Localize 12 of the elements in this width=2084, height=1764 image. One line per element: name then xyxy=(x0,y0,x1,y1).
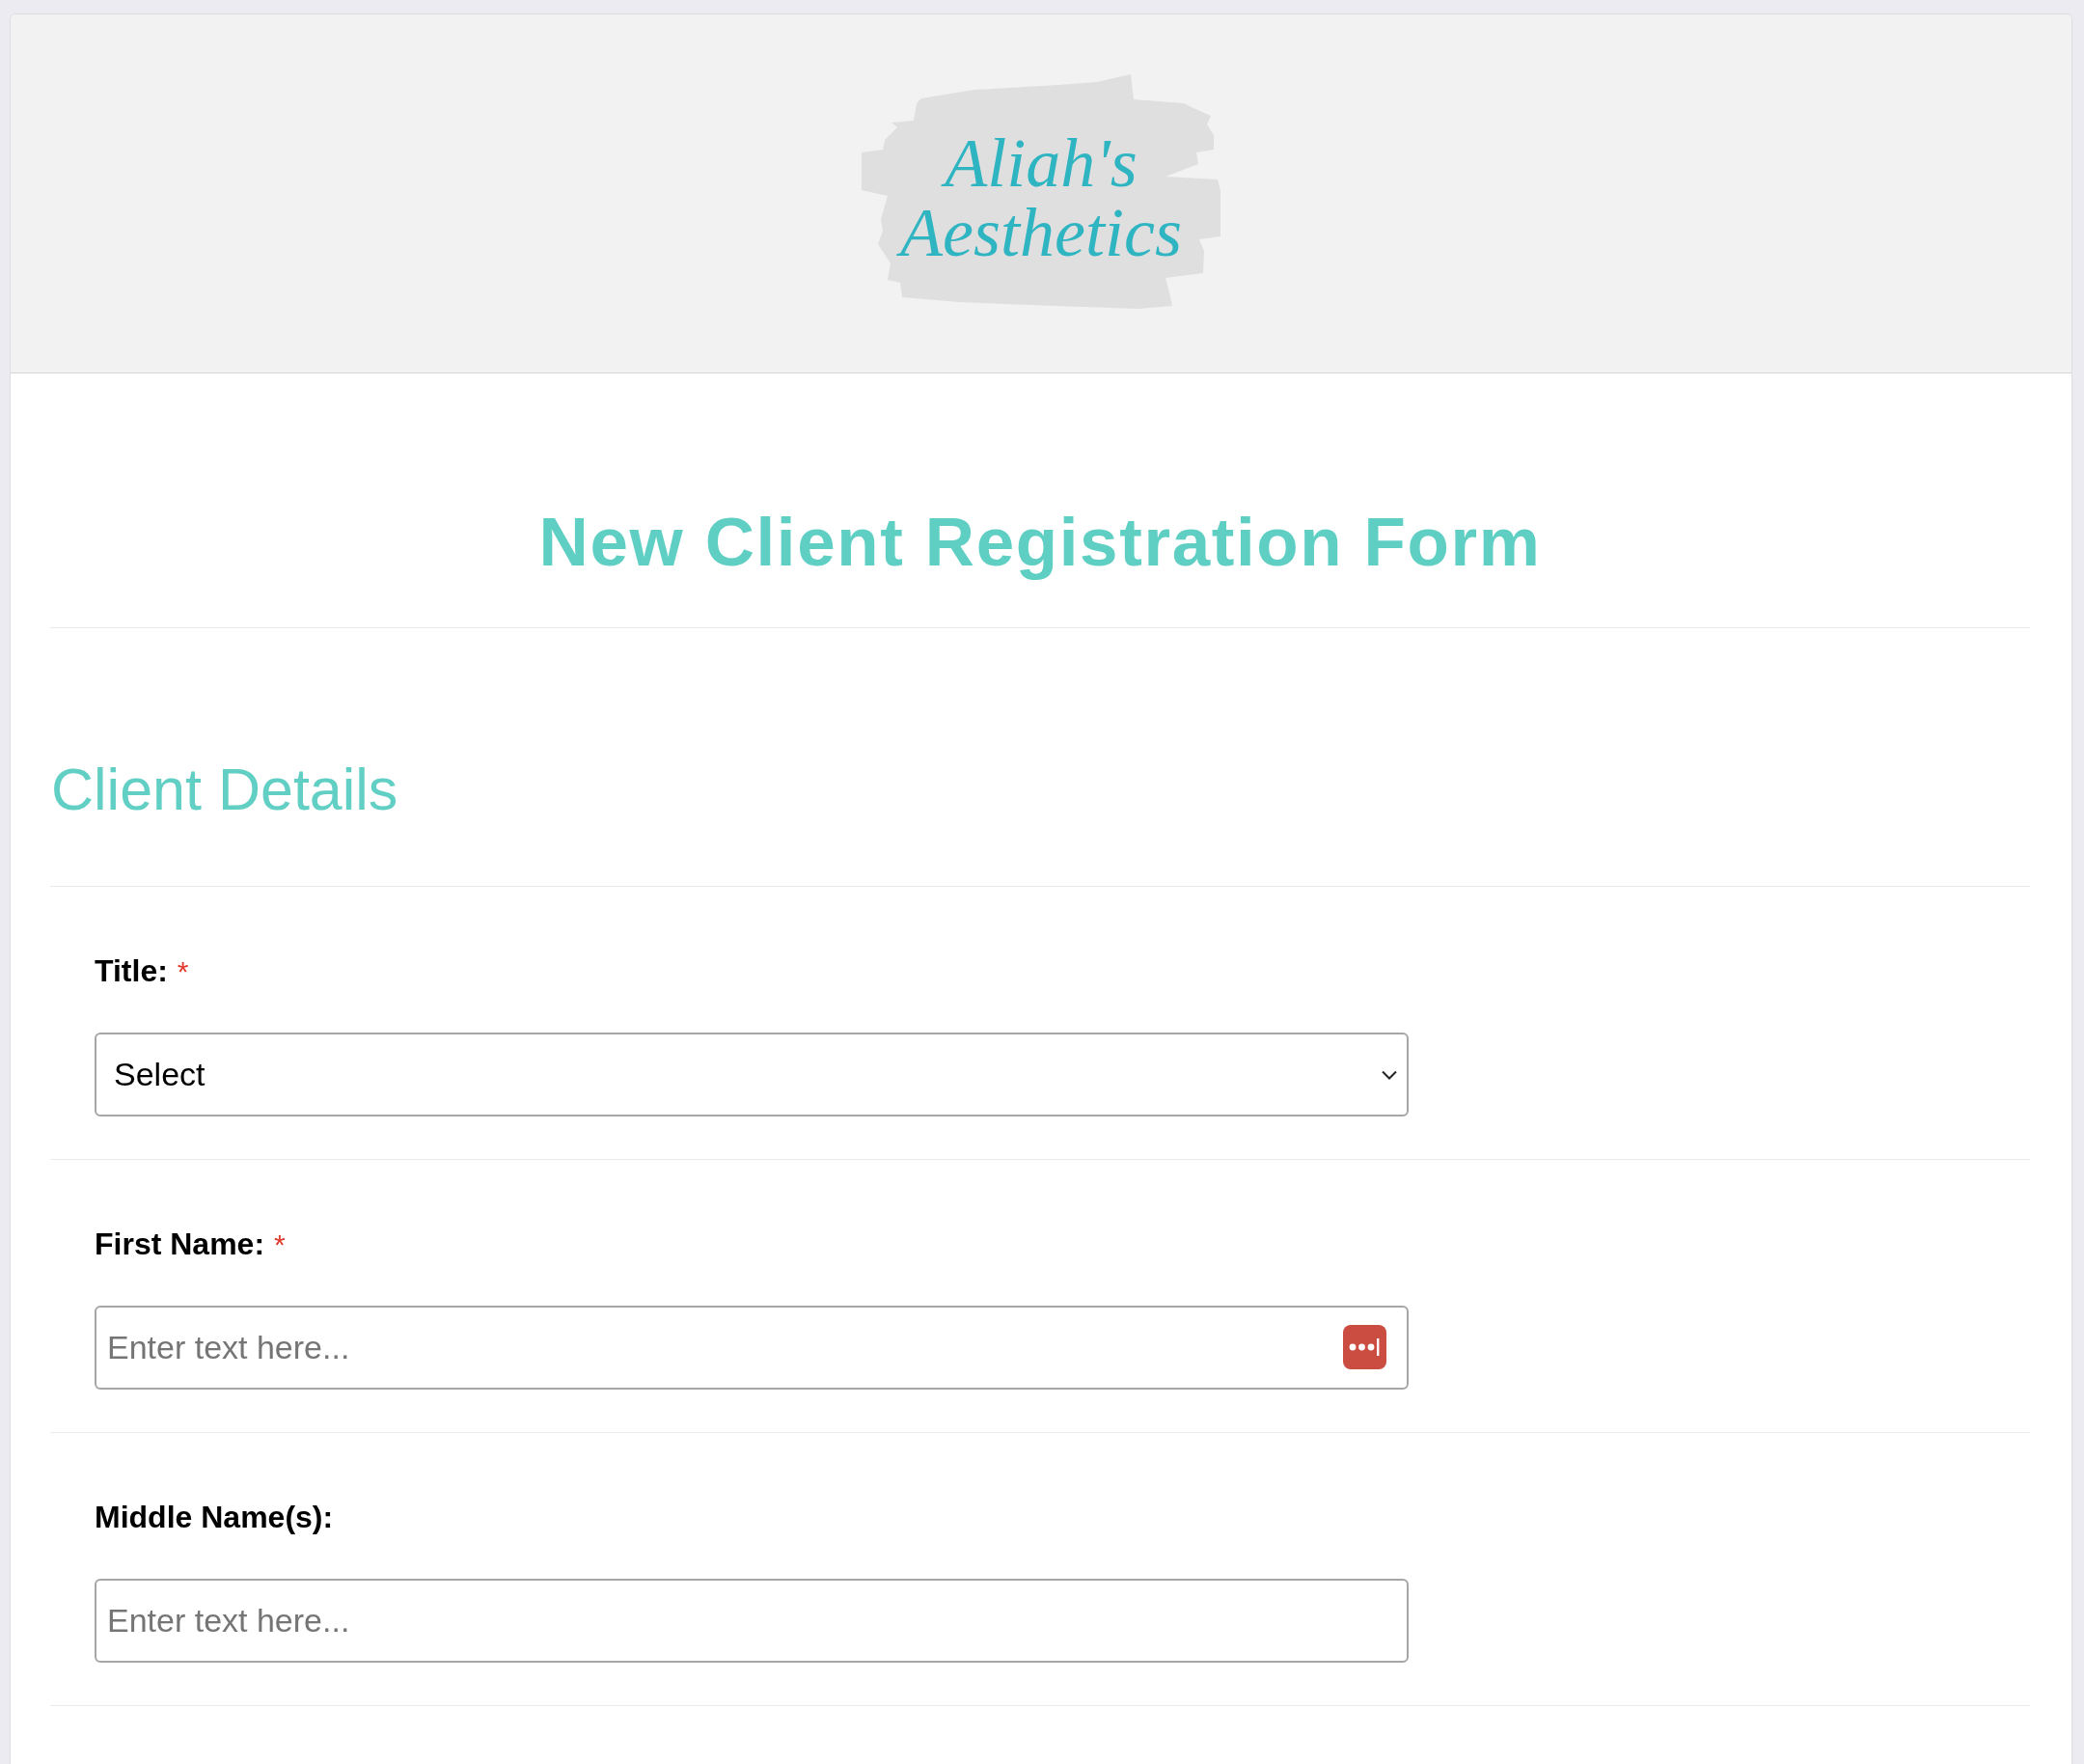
section-heading: Client Details xyxy=(50,628,2030,887)
chevron-down-icon xyxy=(1382,1069,1397,1080)
required-asterisk: * xyxy=(177,957,189,986)
field-label: First Name: xyxy=(95,1226,265,1262)
text-input-field[interactable]: Enter text here... xyxy=(95,1579,1409,1663)
required-asterisk: * xyxy=(274,1230,286,1259)
title-select[interactable]: Select xyxy=(95,1033,1409,1116)
form-title: New Client Registration Form xyxy=(50,373,2030,628)
field-label: Middle Name(s): xyxy=(95,1499,334,1535)
field-label: Title: xyxy=(95,952,168,989)
password-dots-icon[interactable] xyxy=(1343,1325,1386,1369)
text-input-field[interactable]: Enter text here... xyxy=(95,1306,1409,1390)
